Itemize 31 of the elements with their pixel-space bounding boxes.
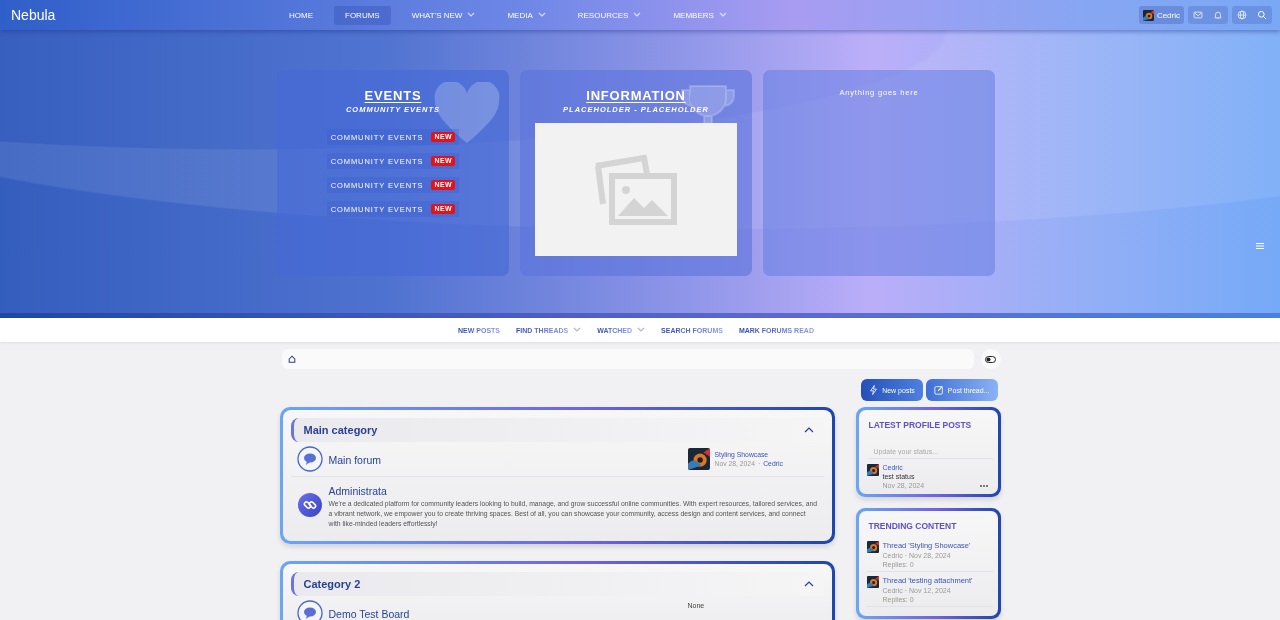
lightning-icon <box>869 385 879 395</box>
chat-bubble-icon <box>296 446 323 472</box>
sidebar-title: LATEST PROFILE POSTS <box>868 420 973 430</box>
chat-bubble-icon <box>296 600 323 620</box>
nav-tab[interactable]: RESOURCES <box>566 5 653 25</box>
forum-title[interactable]: Administrata <box>328 485 387 497</box>
nav-tab[interactable]: MEMBERS <box>662 5 738 25</box>
toggle-icon <box>985 355 996 363</box>
nav-tab[interactable]: FORUMS <box>334 5 391 25</box>
mail-icon <box>1193 10 1203 20</box>
theme-toggle-button[interactable] <box>980 349 1001 369</box>
more-icon <box>979 484 988 487</box>
bell-icon <box>1213 10 1223 20</box>
sidebar-title: TRENDING CONTENT <box>868 521 958 531</box>
nav-tab[interactable]: HOME <box>278 5 324 25</box>
search-icon <box>1257 10 1267 20</box>
forum-title[interactable]: Main forum <box>328 454 381 466</box>
home-icon <box>287 355 296 363</box>
user-menu[interactable]: Cedric <box>1138 6 1184 24</box>
menu-icon <box>1256 243 1264 249</box>
forum-title[interactable]: Demo Test Board <box>328 608 410 620</box>
nav-tab[interactable]: WHAT'S NEW <box>400 5 487 25</box>
card-title: INFORMATION <box>586 88 686 103</box>
site-logo[interactable]: Nebula <box>0 7 278 23</box>
menu-button[interactable] <box>1256 243 1264 249</box>
globe-icon <box>1237 10 1247 20</box>
edit-icon <box>933 385 944 395</box>
nav-tab[interactable]: MEDIA <box>496 5 557 25</box>
card-title: EVENTS <box>364 88 422 103</box>
image-icon <box>594 153 678 226</box>
link-icon <box>296 492 323 518</box>
